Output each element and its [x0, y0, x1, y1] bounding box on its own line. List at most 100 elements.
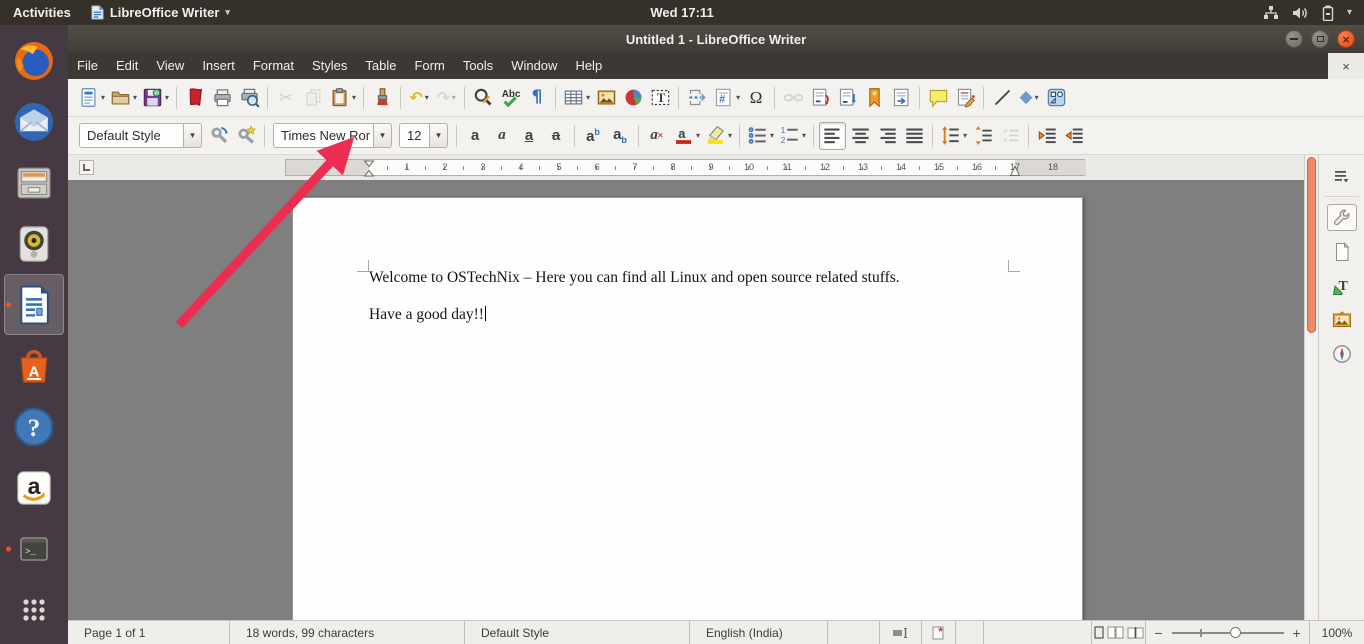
insert-table-dropdown[interactable]: ▾ — [586, 93, 590, 102]
copy-button[interactable] — [300, 84, 326, 112]
track-changes-button[interactable] — [952, 84, 978, 112]
increase-paragraph-spacing-button[interactable] — [970, 122, 996, 150]
line-spacing-button[interactable]: ▾ — [938, 122, 969, 150]
redo-dropdown[interactable]: ▾ — [452, 93, 456, 102]
document-text-line[interactable]: Welcome to OSTechNix – Here you can find… — [369, 269, 900, 287]
print-button[interactable] — [209, 84, 235, 112]
zoom-slider-thumb[interactable] — [1230, 627, 1241, 638]
paste-button[interactable]: ▾ — [327, 84, 358, 112]
clock[interactable]: Wed 17:11 — [650, 5, 713, 20]
font-color-button[interactable]: a▾ — [671, 122, 702, 150]
special-character-button[interactable]: Ω — [743, 84, 769, 112]
save-dropdown[interactable]: ▾ — [165, 93, 169, 102]
font-size-combo-dropdown[interactable]: ▾ — [429, 123, 448, 148]
insert-field-button[interactable]: #▾ — [711, 84, 742, 112]
insert-table-button[interactable]: ▾ — [561, 84, 592, 112]
bullet-list-button[interactable]: ▾ — [745, 122, 776, 150]
formatting-marks-button[interactable]: ¶ — [524, 84, 550, 112]
right-margin-marker[interactable] — [1009, 163, 1021, 177]
highlight-color-dropdown[interactable]: ▾ — [728, 131, 732, 140]
insert-endnote-button[interactable] — [834, 84, 860, 112]
document-canvas[interactable]: Welcome to OSTechNix – Here you can find… — [68, 180, 1304, 620]
ruler-scale[interactable]: 123456789101112131415161718 — [285, 159, 1085, 176]
strikethrough-button[interactable]: a — [543, 122, 569, 150]
basic-shapes-dropdown[interactable]: ▾ — [1035, 93, 1039, 102]
zoom-out-icon[interactable]: − — [1154, 625, 1162, 641]
zoom-in-icon[interactable]: + — [1293, 625, 1301, 641]
bold-button[interactable]: a — [462, 122, 488, 150]
horizontal-ruler[interactable]: 123456789101112131415161718 — [68, 155, 1304, 180]
word-count-status[interactable]: 18 words, 99 characters — [230, 621, 465, 644]
menu-tools[interactable]: Tools — [454, 53, 502, 79]
paragraph-style-combo[interactable]: Default Style▾ — [79, 123, 202, 148]
basic-shapes-button[interactable]: ◆▾ — [1016, 84, 1042, 112]
sidebar-tab-styles[interactable]: T — [1327, 272, 1357, 299]
highlight-color-button[interactable]: ▾ — [703, 122, 734, 150]
font-size-combo[interactable]: 12▾ — [399, 123, 448, 148]
menu-window[interactable]: Window — [502, 53, 566, 79]
align-center-button[interactable] — [847, 122, 873, 150]
menu-styles[interactable]: Styles — [303, 53, 356, 79]
open-button[interactable]: ▾ — [108, 84, 139, 112]
vertical-scrollbar[interactable] — [1304, 155, 1318, 620]
sidebar-tab-navigator[interactable] — [1327, 340, 1357, 367]
new-button[interactable]: ▾ — [76, 84, 107, 112]
dock-item-amazon[interactable]: a — [4, 457, 64, 518]
scrollbar-thumb[interactable] — [1307, 157, 1316, 333]
sidebar-tab-properties[interactable] — [1327, 204, 1357, 231]
multi-page-view-icon[interactable] — [1107, 626, 1124, 639]
new-dropdown[interactable]: ▾ — [101, 93, 105, 102]
draw-functions-button[interactable] — [1043, 84, 1069, 112]
dock-item-files[interactable] — [4, 152, 64, 213]
line-spacing-dropdown[interactable]: ▾ — [963, 131, 967, 140]
decrease-paragraph-spacing-button[interactable] — [997, 122, 1023, 150]
close-button[interactable]: × — [1337, 30, 1355, 48]
insert-textbox-button[interactable]: T — [647, 84, 673, 112]
redo-button[interactable]: ↷▾ — [433, 84, 459, 112]
paste-dropdown[interactable]: ▾ — [352, 93, 356, 102]
clone-formatting-button[interactable] — [369, 84, 395, 112]
insert-image-button[interactable] — [593, 84, 619, 112]
book-view-icon[interactable] — [1127, 626, 1144, 639]
print-preview-button[interactable] — [236, 84, 262, 112]
sidebar-tab-gallery[interactable] — [1327, 306, 1357, 333]
tab-stop-selector[interactable] — [79, 160, 94, 175]
insert-hyperlink-button[interactable] — [780, 84, 806, 112]
increase-indent-button[interactable] — [1034, 122, 1060, 150]
close-document-button[interactable]: × — [1328, 53, 1364, 79]
insert-comment-button[interactable] — [925, 84, 951, 112]
subscript-button[interactable]: ab — [607, 122, 633, 150]
zoom-slider[interactable] — [1172, 632, 1284, 634]
language-status[interactable]: English (India) — [690, 621, 828, 644]
dock-item-terminal[interactable]: >_ — [4, 518, 64, 579]
maximize-button[interactable] — [1311, 30, 1329, 48]
page-break-button[interactable] — [684, 84, 710, 112]
app-menu-button[interactable]: LibreOffice Writer ▾ — [91, 5, 230, 20]
paragraph-style-combo-dropdown[interactable]: ▾ — [183, 123, 202, 148]
system-tray[interactable]: ▾ — [1263, 5, 1364, 21]
menu-file[interactable]: File — [68, 53, 107, 79]
insert-bookmark-button[interactable] — [861, 84, 887, 112]
indent-marker[interactable] — [363, 160, 375, 177]
clear-formatting-button[interactable]: a× — [644, 122, 670, 150]
cross-reference-button[interactable] — [888, 84, 914, 112]
spelling-button[interactable]: Abc — [497, 84, 523, 112]
dock-item-thunderbird[interactable] — [4, 91, 64, 152]
justify-button[interactable] — [901, 122, 927, 150]
insert-footnote-button[interactable] — [807, 84, 833, 112]
undo-button[interactable]: ↶▾ — [406, 84, 432, 112]
insert-chart-button[interactable] — [620, 84, 646, 112]
superscript-button[interactable]: ab — [580, 122, 606, 150]
menu-view[interactable]: View — [147, 53, 193, 79]
menu-edit[interactable]: Edit — [107, 53, 147, 79]
decrease-indent-button[interactable] — [1061, 122, 1087, 150]
zoom-level[interactable]: 100% — [1310, 621, 1364, 644]
save-button[interactable]: ▾ — [140, 84, 171, 112]
export-pdf-button[interactable] — [182, 84, 208, 112]
page[interactable]: Welcome to OSTechNix – Here you can find… — [292, 197, 1083, 620]
single-page-view-icon[interactable] — [1094, 626, 1104, 639]
font-name-combo-dropdown[interactable]: ▾ — [373, 123, 392, 148]
dock-item-app-grid[interactable] — [4, 579, 64, 640]
open-dropdown[interactable]: ▾ — [133, 93, 137, 102]
sidebar-tab-page[interactable] — [1327, 238, 1357, 265]
